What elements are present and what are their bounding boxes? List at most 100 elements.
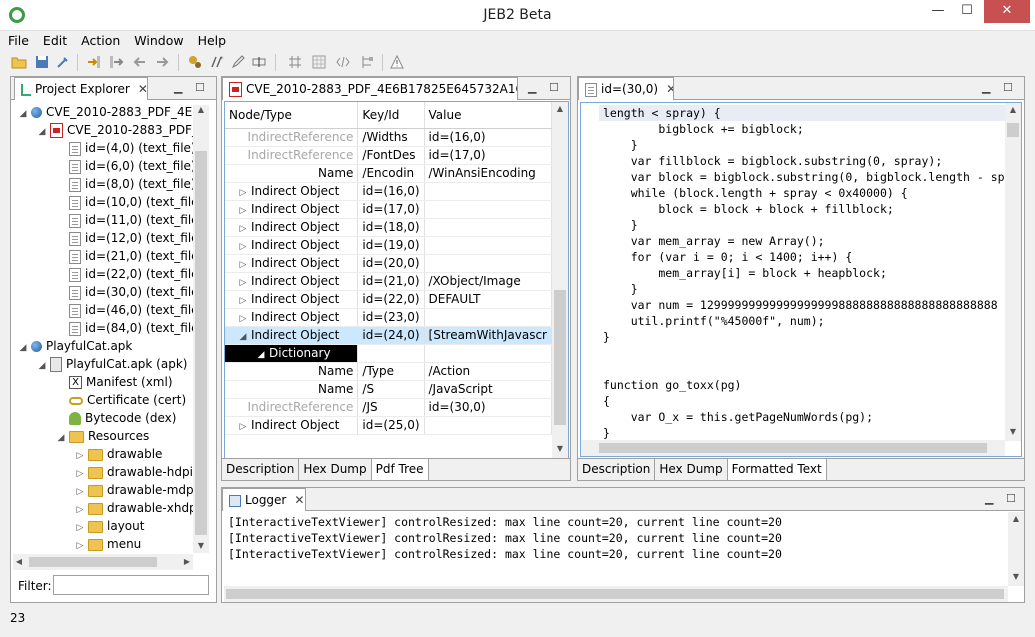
collapse-arrow-icon[interactable]: ◢ (237, 332, 249, 342)
collapse-arrow-icon[interactable]: ◢ (255, 350, 267, 360)
tab-description[interactable]: Description (578, 459, 656, 480)
expand-arrow-icon[interactable]: ▷ (237, 260, 249, 270)
expand-arrow-icon[interactable]: ▷ (237, 314, 249, 324)
table-row[interactable]: ▷ Indirect Object id=(23,0) (225, 308, 553, 327)
expand-arrow-icon[interactable]: ▷ (74, 447, 86, 463)
scroll-down-arrow-icon[interactable]: ▼ (1008, 572, 1024, 581)
table-row[interactable]: ▷ Indirect Object id=(20,0) (225, 254, 553, 273)
tree-item[interactable]: id=(30,0) (text_file) (55, 283, 193, 301)
tree-item[interactable]: id=(46,0) (text_file) (55, 301, 193, 319)
forward-arrow-icon[interactable] (154, 54, 170, 70)
properties-icon[interactable] (55, 54, 71, 70)
table-row[interactable]: ▷ Indirect Object id=(21,0)/XObject/Image (225, 272, 553, 291)
collapse-arrow-icon[interactable]: ◢ (17, 339, 29, 355)
scroll-thumb[interactable] (599, 443, 987, 453)
table-row[interactable]: ◢ Dictionary (225, 344, 553, 363)
menu-help[interactable]: Help (190, 31, 233, 48)
table-row[interactable]: ◢ Indirect Object id=(24,0) [StreamWithJava… (225, 326, 553, 345)
scroll-up-arrow-icon[interactable]: ▲ (1005, 105, 1021, 114)
maximize-view-icon[interactable]: ☐ (1003, 81, 1013, 94)
tree-item[interactable]: id=(12,0) (text_file) (55, 229, 193, 247)
tree-item[interactable]: ◢ CVE_2010-2883_PDF_4E (36, 121, 193, 139)
maximize-button[interactable]: ☐ (953, 0, 981, 23)
scroll-thumb[interactable] (226, 589, 1004, 599)
table-row[interactable]: IndirectReference/FontDes id=(17,0) (225, 146, 553, 165)
tree-item[interactable]: id=(84,0) (text_file) (55, 319, 193, 337)
tab-project-explorer[interactable]: Project Explorer ✕ (14, 77, 148, 100)
tree-item[interactable]: ◢ Resources (55, 427, 193, 445)
export-icon[interactable] (108, 54, 124, 70)
table-row[interactable]: ▷ Indirect Object id=(25,0) (225, 416, 553, 435)
comment-icon[interactable]: * (209, 54, 225, 70)
filter-input[interactable] (53, 575, 209, 595)
tab-id-30-0[interactable]: id=(30,0) ✕ (578, 77, 674, 100)
tab-hex-dump[interactable]: Hex Dump (655, 459, 728, 480)
minimize-view-icon[interactable]: ▁ (982, 81, 990, 94)
tab-logger[interactable]: Logger ✕ (222, 488, 306, 511)
expand-arrow-icon[interactable]: ▷ (237, 278, 249, 288)
maximize-view-icon[interactable]: ☐ (1006, 492, 1016, 505)
expand-arrow-icon[interactable]: ▷ (237, 188, 249, 198)
menu-action[interactable]: Action (73, 31, 126, 48)
expand-arrow-icon[interactable]: ▷ (237, 422, 249, 432)
minimize-view-icon[interactable]: ▁ (174, 81, 182, 94)
tree-item[interactable]: id=(22,0) (text_file) (55, 265, 193, 283)
expand-arrow-icon[interactable]: ▷ (74, 465, 86, 481)
structure-icon[interactable] (359, 54, 375, 70)
tree-item[interactable]: ▷ drawable-hdpi- (74, 463, 193, 481)
table-row[interactable]: ▷ Indirect Object id=(17,0) (225, 200, 553, 219)
column-header-key-id[interactable]: Key/Id (357, 102, 425, 129)
tree-item[interactable]: ◢ PlayfulCat.apk (17, 337, 193, 355)
table-view-icon[interactable] (311, 54, 327, 70)
table-row[interactable]: ▷ Indirect Object id=(22,0) DEFAULT (225, 290, 553, 309)
table-row[interactable]: ▷ Indirect Object id=(19,0) (225, 236, 553, 255)
expand-arrow-icon[interactable]: ▷ (237, 224, 249, 234)
tree-item[interactable]: id=(4,0) (text_file) (55, 139, 193, 157)
collapse-arrow-icon[interactable]: ◢ (55, 429, 67, 445)
scroll-thumb[interactable] (195, 151, 207, 535)
expand-arrow-icon[interactable]: ▷ (74, 501, 86, 517)
tab-hex-dump[interactable]: Hex Dump (299, 459, 372, 480)
close-tab-icon[interactable]: ✕ (666, 82, 673, 96)
table-row[interactable]: ▷ Indirect Object id=(18,0) (225, 218, 553, 237)
scroll-up-arrow-icon[interactable]: ▲ (1008, 514, 1024, 523)
table-row[interactable]: IndirectReference/JS id=(30,0) (225, 398, 553, 417)
tree-item[interactable]: ▷ drawable-mdpi (74, 481, 193, 499)
logger-horizontal-scrollbar[interactable] (224, 586, 1008, 602)
tab-formatted-text[interactable]: Formatted Text (727, 459, 827, 480)
tree-vertical-scrollbar[interactable]: ▲ ▼ (193, 105, 209, 553)
table-row[interactable]: Name/S/JavaScript (225, 380, 553, 399)
scroll-down-arrow-icon[interactable]: ▼ (552, 444, 568, 453)
tree-item[interactable]: ▷ menu (74, 535, 193, 553)
tab-pdf-tree[interactable]: Pdf Tree (371, 459, 429, 480)
code-view-icon[interactable] (335, 54, 351, 70)
minimize-view-icon[interactable]: ▁ (528, 81, 536, 94)
tree-item[interactable]: ▷ layout (74, 517, 193, 535)
close-button[interactable]: ✕ (984, 0, 1030, 23)
scroll-thumb[interactable] (1007, 123, 1019, 137)
table-row[interactable]: ▷ Indirect Object id=(16,0) (225, 182, 553, 201)
expand-arrow-icon[interactable]: ▷ (74, 483, 86, 499)
import-icon[interactable] (86, 54, 102, 70)
tree-item[interactable]: id=(6,0) (text_file) (55, 157, 193, 175)
tree-item[interactable]: id=(8,0) (text_file) (55, 175, 193, 193)
tree-item[interactable]: X Manifest (xml) (55, 373, 193, 391)
tree-item[interactable]: id=(21,0) (text_file) (55, 247, 193, 265)
scroll-down-arrow-icon[interactable]: ▼ (1005, 427, 1021, 436)
tree-item[interactable]: ▷ drawable (74, 445, 193, 463)
collapse-arrow-icon[interactable]: ◢ (36, 123, 48, 139)
code-viewer[interactable]: length < spray) { bigblock += bigblock; … (603, 105, 1007, 439)
menu-window[interactable]: Window (126, 31, 189, 48)
table-row[interactable]: IndirectReference/Widths id=(16,0) (225, 128, 553, 147)
column-header-value[interactable]: Value (424, 102, 553, 129)
tree-item[interactable]: Certificate (cert) (55, 391, 193, 409)
logger-output[interactable]: [InteractiveTextViewer] controlResized: … (228, 514, 998, 580)
scroll-up-arrow-icon[interactable]: ▲ (193, 105, 209, 114)
tree-item[interactable]: ◢ PlayfulCat.apk (apk) (36, 355, 193, 373)
pdf-tree-vertical-scrollbar[interactable]: ▲ ▼ (552, 102, 568, 458)
menu-edit[interactable]: Edit (35, 31, 73, 48)
collapse-arrow-icon[interactable]: ◢ (36, 357, 48, 373)
code-vertical-scrollbar[interactable]: ▲ ▼ (1005, 103, 1021, 441)
close-tab-icon[interactable]: ✕ (294, 493, 304, 507)
decompile-icon[interactable] (187, 54, 203, 70)
